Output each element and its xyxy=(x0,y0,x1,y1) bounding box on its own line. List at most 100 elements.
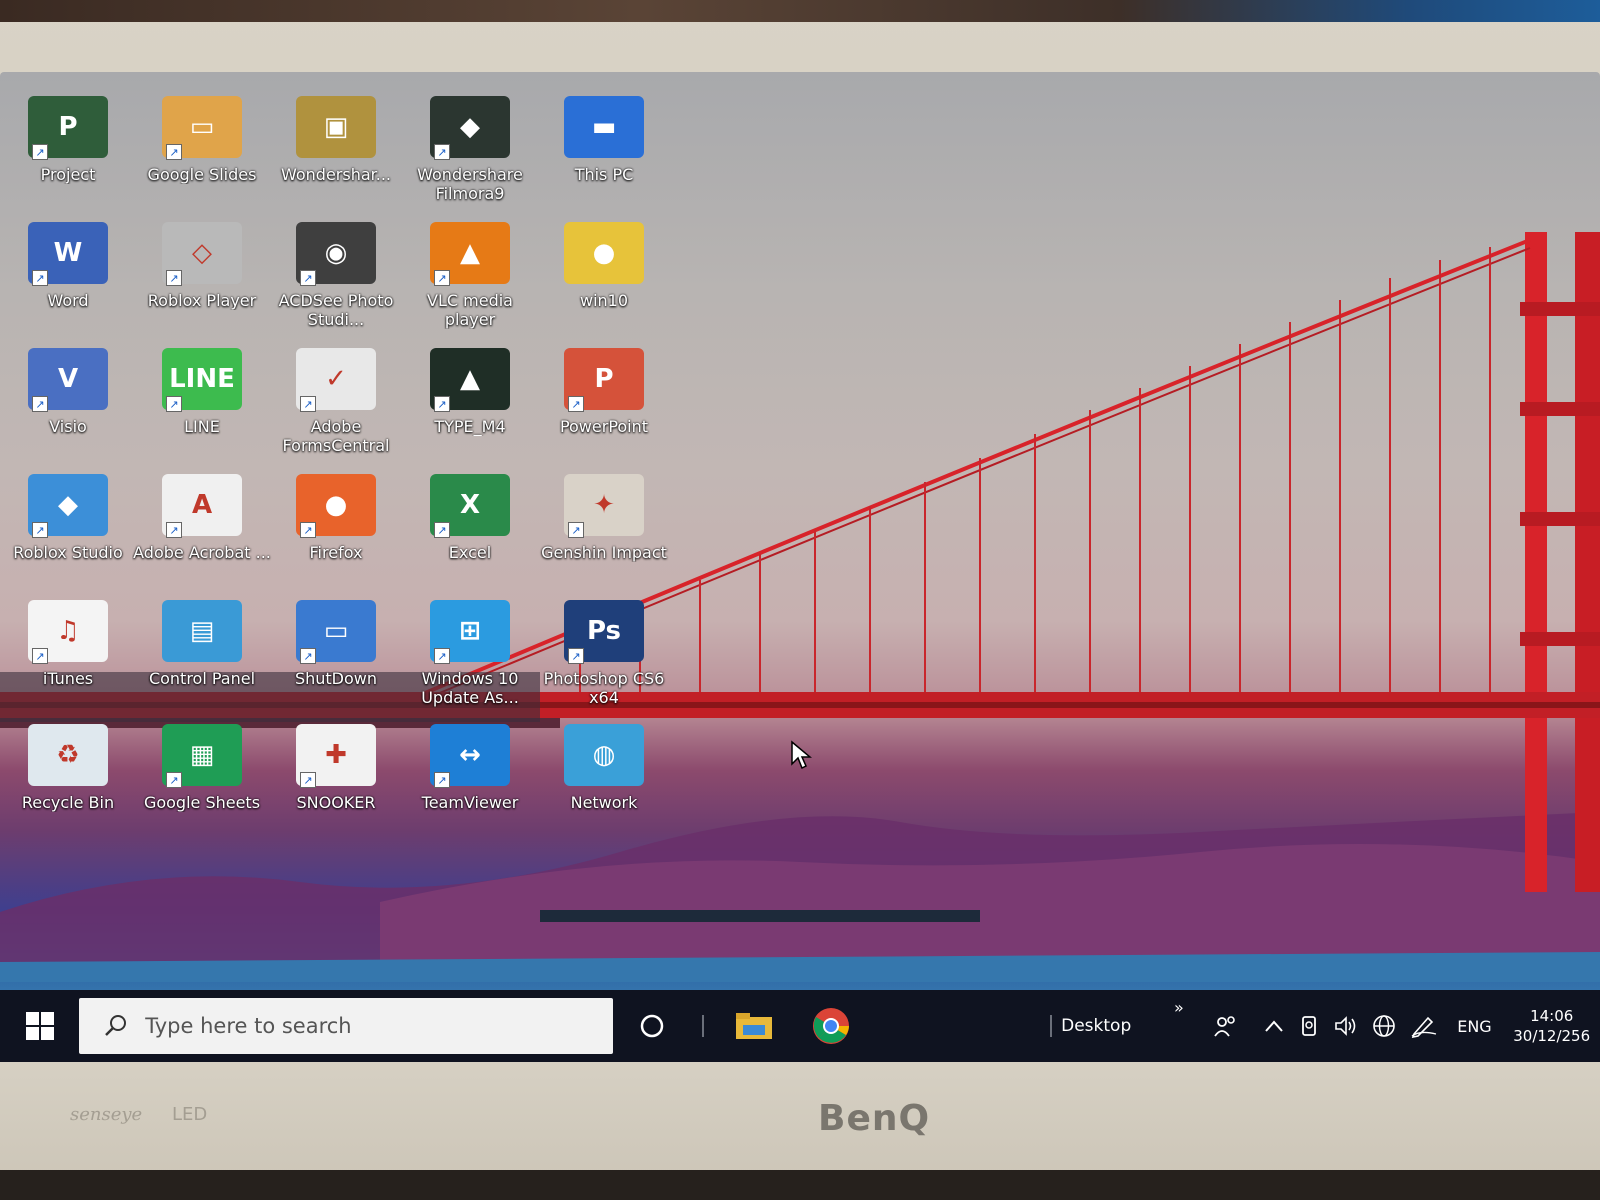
shortcut-arrow-icon: ↗ xyxy=(166,144,182,160)
icon-tile: ● xyxy=(564,222,644,284)
desktop-icon-label: Visio xyxy=(49,417,87,436)
shortcut-arrow-icon: ↗ xyxy=(568,648,584,664)
excel-icon: X ↗ xyxy=(428,470,512,540)
desktop-icon-label: iTunes xyxy=(42,669,94,688)
vlc-icon: ▲ ↗ xyxy=(428,218,512,288)
senseye-logo: senseye LED xyxy=(70,1104,207,1125)
desktop-icon[interactable]: ▤ Control Panel xyxy=(134,596,270,720)
desktop-icon[interactable]: ▦ ↗ Google Sheets xyxy=(134,720,270,844)
shutdown-icon: ▭ ↗ xyxy=(294,596,378,666)
tray-clock[interactable]: 14:06 30/12/256 xyxy=(1503,990,1600,1062)
desktop-icon[interactable]: ◇ ↗ Roblox Player xyxy=(134,218,270,342)
desktop-icon[interactable]: X ↗ Excel xyxy=(402,470,538,594)
globe-icon xyxy=(1372,1015,1395,1037)
desktop-icon[interactable]: ● win10 xyxy=(536,218,672,342)
desktop-icon-label: Project xyxy=(40,165,96,184)
tray-meet-now[interactable] xyxy=(1291,990,1328,1062)
snooker-icon: ✚ ↗ xyxy=(294,720,378,790)
desktop-icon[interactable]: ◍ Network xyxy=(536,720,672,844)
desktop-icon-label: Google Slides xyxy=(147,165,257,184)
desktop-icon[interactable]: A ↗ Adobe Acrobat ... xyxy=(133,470,271,594)
adobe-formscentral-icon: ✓ ↗ xyxy=(294,344,378,414)
desktop-screen: P ↗ Project ▭ ↗ Google Slides ▣ Wondershar... ◆ ↗… xyxy=(0,72,1600,1070)
shortcut-arrow-icon: ↗ xyxy=(434,648,450,664)
desktop-icon-label: Google Sheets xyxy=(143,793,261,812)
icon-tile: ◍ xyxy=(564,724,644,786)
desktop-icon[interactable]: ▲ ↗ TYPE_M4 xyxy=(402,344,538,468)
tray-network[interactable] xyxy=(1364,990,1403,1062)
desktop-icon[interactable]: ↔ ↗ TeamViewer xyxy=(402,720,538,844)
desktop-icon-label: LINE xyxy=(184,417,220,436)
people-button[interactable] xyxy=(1196,990,1256,1062)
desktop-icon[interactable]: LINE ↗ LINE xyxy=(134,344,270,468)
shortcut-arrow-icon: ↗ xyxy=(32,396,48,412)
chevron-right-icon: » xyxy=(1174,998,1184,1017)
desktop-icon[interactable]: ♻ Recycle Bin xyxy=(0,720,136,844)
google-sheets-icon: ▦ ↗ xyxy=(160,720,244,790)
file-explorer-icon xyxy=(736,1013,773,1039)
clock-time: 14:06 xyxy=(1530,1007,1574,1025)
search-icon xyxy=(105,1015,127,1036)
shortcut-arrow-icon: ↗ xyxy=(434,772,450,788)
toolbar-chevron-button[interactable]: » xyxy=(1162,990,1197,1062)
teamviewer-icon: ↔ ↗ xyxy=(428,720,512,790)
desktop-icon-label: Network xyxy=(570,793,638,812)
word-icon: W ↗ xyxy=(26,218,110,288)
tray-volume[interactable] xyxy=(1328,990,1365,1062)
shortcut-arrow-icon: ↗ xyxy=(166,270,182,286)
desktop-icon[interactable]: ✓ ↗ Adobe FormsCentral xyxy=(268,344,404,468)
desktop-icon[interactable]: ◉ ↗ ACDSee Photo Studi... xyxy=(268,218,404,342)
acdsee-icon: ◉ ↗ xyxy=(294,218,378,288)
desktop-icon-label: VLC media player xyxy=(427,291,513,329)
desktop-icon[interactable]: ✦ ↗ Genshin Impact xyxy=(536,470,672,594)
senseye-text: senseye xyxy=(70,1104,143,1125)
icon-tile: ▬ xyxy=(564,96,644,158)
desktop-icon[interactable]: ▭ ↗ Google Slides xyxy=(134,92,270,216)
desktop-icon-label: Word xyxy=(47,291,89,310)
cortana-button[interactable] xyxy=(613,990,690,1062)
shortcut-arrow-icon: ↗ xyxy=(434,270,450,286)
background-scene xyxy=(0,0,1600,22)
desktop-icon[interactable]: W ↗ Word xyxy=(0,218,136,342)
desktop-icon[interactable]: ◆ ↗ Wondershare Filmora9 xyxy=(402,92,538,216)
desktop-icon[interactable]: P ↗ Project xyxy=(0,92,136,216)
google-slides-icon: ▭ ↗ xyxy=(160,92,244,162)
desktop-icon[interactable]: ▬ This PC xyxy=(536,92,672,216)
filmora-icon: ◆ ↗ xyxy=(428,92,512,162)
desktop-icon[interactable]: ● ↗ Firefox xyxy=(268,470,404,594)
tray-pen[interactable] xyxy=(1403,990,1445,1062)
start-button[interactable] xyxy=(0,990,79,1062)
taskbar-file-explorer[interactable] xyxy=(715,990,792,1062)
shortcut-arrow-icon: ↗ xyxy=(32,144,48,160)
windows-logo-icon xyxy=(25,1012,54,1040)
desktop-icon[interactable]: ♫ ↗ iTunes xyxy=(0,596,136,720)
desktop-icon-label: Recycle Bin xyxy=(21,793,115,812)
desktop-icon-label: TYPE_M4 xyxy=(434,417,506,436)
desktop-icon[interactable]: ✚ ↗ SNOOKER xyxy=(268,720,404,844)
device-icon xyxy=(1302,1016,1317,1036)
shortcut-arrow-icon: ↗ xyxy=(434,144,450,160)
tray-language[interactable]: ENG xyxy=(1445,990,1503,1062)
show-hidden-icons-button[interactable] xyxy=(1256,990,1291,1062)
taskbar-chrome[interactable] xyxy=(793,990,870,1062)
desktop-icon[interactable]: ⊞ ↗ Windows 10 Update As... xyxy=(402,596,538,720)
desktop-icon[interactable]: V ↗ Visio xyxy=(0,344,136,468)
desktop-icon-label: TeamViewer xyxy=(421,793,519,812)
desktop-icon-label: Roblox Player xyxy=(147,291,257,310)
desktop-icon[interactable]: Ps ↗ Photoshop CS6 x64 xyxy=(536,596,672,720)
desktop-icon[interactable]: ▣ Wondershar... xyxy=(268,92,404,216)
desktop-icon[interactable]: ▲ ↗ VLC media player xyxy=(402,218,538,342)
clock-date: 30/12/256 xyxy=(1513,1027,1591,1045)
speaker-icon xyxy=(1335,1016,1356,1036)
desktop-icon[interactable]: P ↗ PowerPoint xyxy=(536,344,672,468)
shortcut-arrow-icon: ↗ xyxy=(166,522,182,538)
shortcut-arrow-icon: ↗ xyxy=(166,772,182,788)
powerpoint-icon: P ↗ xyxy=(562,344,646,414)
desktop-icon[interactable]: ▭ ↗ ShutDown xyxy=(268,596,404,720)
taskbar: Type here to search Desktop » ENG 14:06 … xyxy=(0,990,1600,1062)
roblox-studio-icon: ◆ ↗ xyxy=(26,470,110,540)
desktop-toolbar[interactable]: Desktop xyxy=(1061,990,1161,1062)
taskbar-search-box[interactable]: Type here to search xyxy=(79,998,614,1054)
shortcut-arrow-icon: ↗ xyxy=(32,648,48,664)
desktop-icon[interactable]: ◆ ↗ Roblox Studio xyxy=(0,470,136,594)
